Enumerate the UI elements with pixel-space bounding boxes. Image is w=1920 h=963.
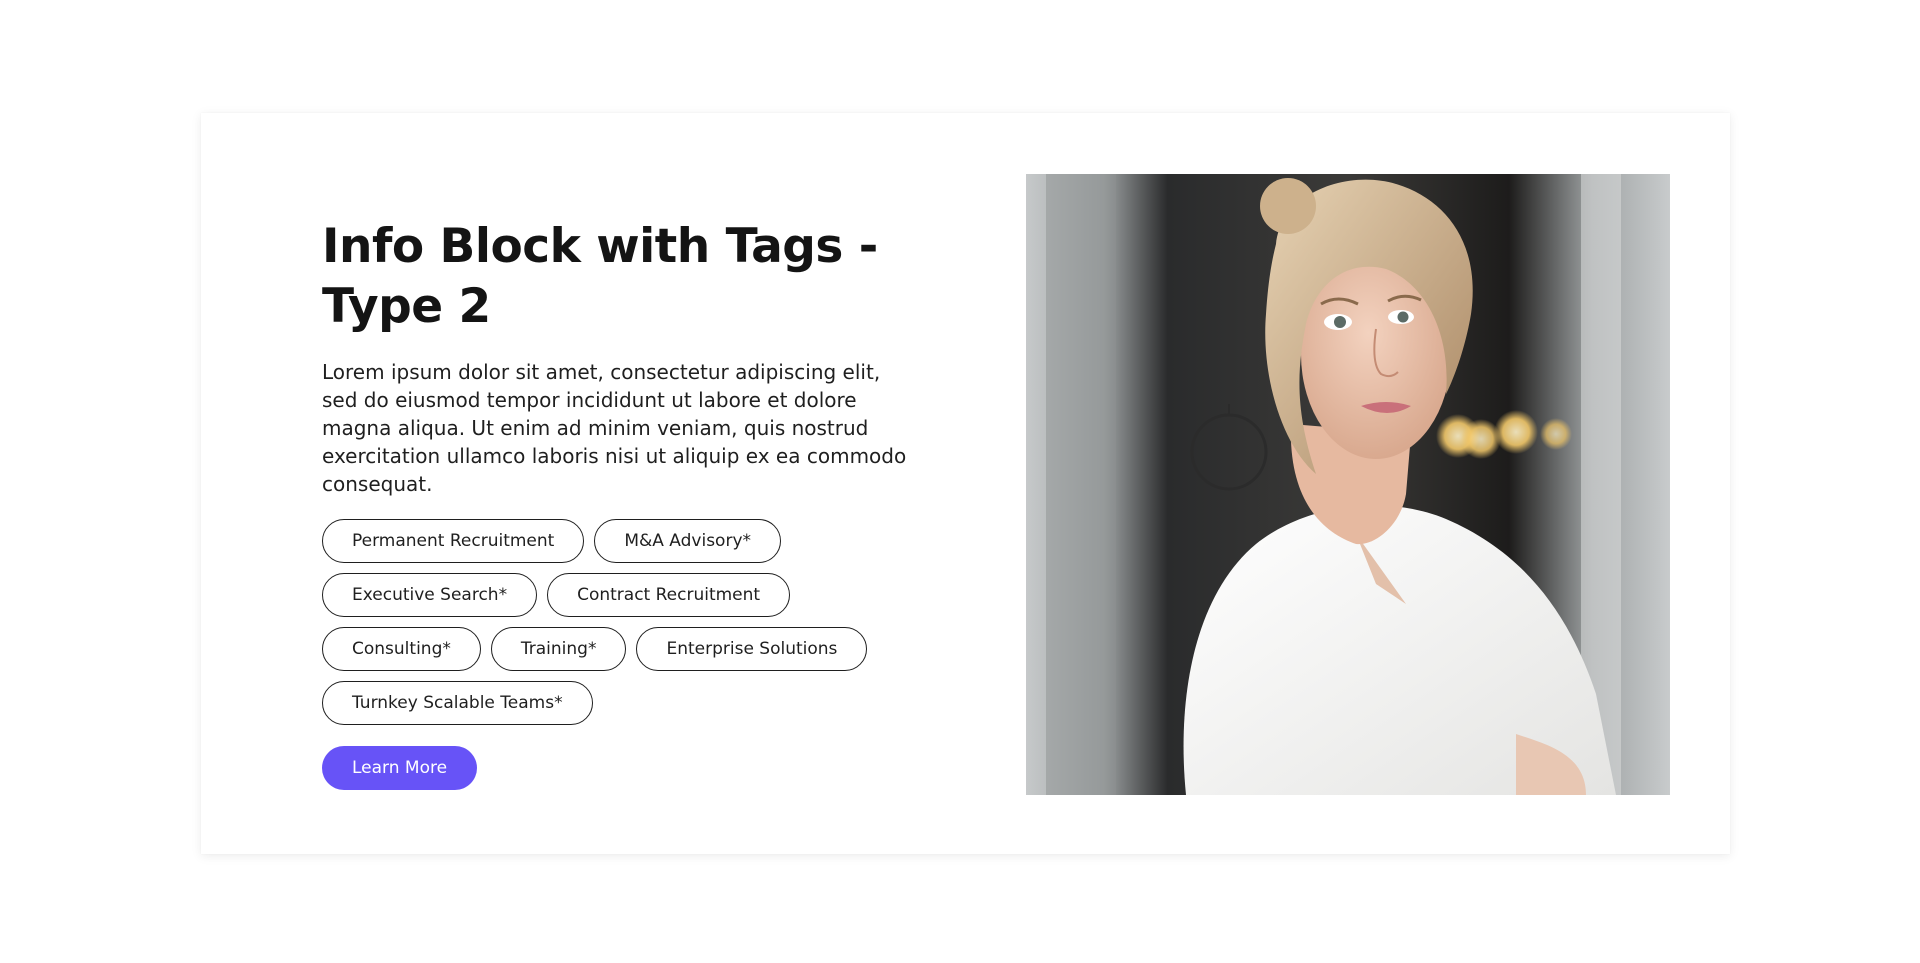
tag-permanent-recruitment[interactable]: Permanent Recruitment — [322, 519, 585, 563]
tag-ma-advisory[interactable]: M&A Advisory* — [594, 519, 781, 563]
tag-turnkey-scalable-teams[interactable]: Turnkey Scalable Teams* — [322, 681, 593, 725]
info-block-description: Lorem ipsum dolor sit amet, consectetur … — [322, 360, 907, 496]
tag-consulting[interactable]: Consulting* — [322, 627, 481, 671]
tag-executive-search[interactable]: Executive Search* — [322, 573, 538, 617]
learn-more-button[interactable]: Learn More — [322, 746, 478, 790]
info-block-content: Info Block with Tags - Type 2 Lorem ipsu… — [322, 217, 922, 790]
portrait-photo — [1026, 174, 1670, 795]
tag-enterprise-solutions[interactable]: Enterprise Solutions — [636, 627, 868, 671]
tag-contract-recruitment[interactable]: Contract Recruitment — [547, 573, 791, 617]
page: Info Block with Tags - Type 2 Lorem ipsu… — [0, 0, 1920, 963]
info-block-card: Info Block with Tags - Type 2 Lorem ipsu… — [201, 113, 1730, 854]
info-block-title: Info Block with Tags - Type 2 — [322, 219, 878, 334]
tag-list: Permanent Recruitment M&A Advisory* Exec… — [322, 519, 902, 725]
portrait-image — [1026, 174, 1670, 795]
tag-training[interactable]: Training* — [490, 627, 627, 671]
